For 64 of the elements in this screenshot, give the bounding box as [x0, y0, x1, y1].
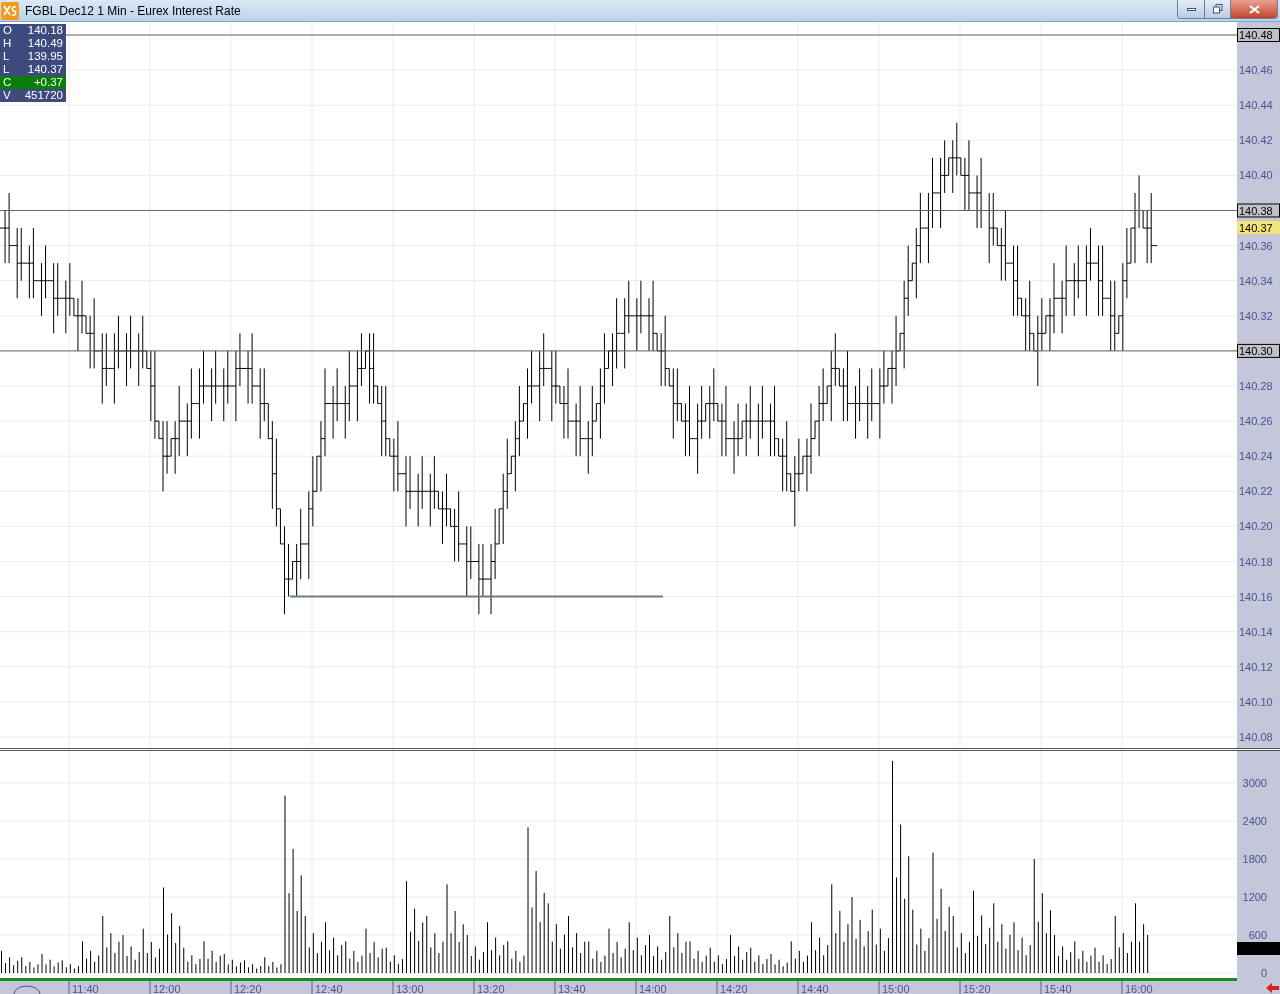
axis-label: 1800 [1242, 853, 1267, 865]
axis-label: 140.34 [1239, 274, 1273, 287]
axis-label: 140.18 [1239, 555, 1273, 568]
axis-label: 140.28 [1239, 380, 1273, 392]
axis-label: 140.22 [1239, 485, 1273, 498]
app-logo-icon [1, 1, 19, 20]
window-title: FGBL Dec12 1 Min - Eurex Interest Rate [25, 2, 241, 20]
time-label: 12:40 [315, 983, 343, 994]
legend-value: +0.37 [33, 76, 63, 89]
axis-label: 140.10 [1239, 695, 1273, 708]
minimize-icon [1186, 7, 1196, 11]
axis-label: 140.08 [1239, 731, 1273, 743]
legend-key: V [3, 89, 11, 102]
axis-label: 1200 [1242, 891, 1267, 903]
time-label: 15:00 [882, 983, 910, 994]
axis-label: 0 [1260, 967, 1267, 979]
axis-label: 3000 [1242, 777, 1267, 789]
axis-label: 140.12 [1239, 660, 1273, 673]
axis-label: 2400 [1242, 815, 1267, 827]
axis-label: 140.36 [1239, 239, 1273, 252]
last-price-label: 140.37 [1237, 221, 1280, 235]
time-label: 16:00 [1125, 983, 1153, 994]
time-label: 13:20 [477, 983, 505, 994]
time-label: 14:40 [801, 983, 829, 994]
restore-button[interactable] [1205, 0, 1231, 18]
legend-key: O [3, 24, 12, 37]
legend-value: 140.37 [27, 63, 63, 76]
axis-label: 140.14 [1239, 625, 1273, 638]
last-volume-marker [1237, 942, 1280, 955]
close-icon [1248, 4, 1260, 14]
time-label: 12:00 [153, 983, 181, 994]
close-button[interactable] [1231, 0, 1277, 18]
time-label: 12:20 [234, 983, 262, 994]
minimize-button[interactable] [1178, 0, 1205, 18]
axis-label: 140.16 [1239, 590, 1273, 603]
axis-label: 140.24 [1239, 450, 1273, 463]
legend-value: 451720 [24, 89, 63, 102]
time-label: 15:20 [963, 983, 991, 994]
price-label: 140.48 [1237, 28, 1280, 42]
price-label: 140.38 [1237, 203, 1280, 218]
price-label: 140.30 [1237, 343, 1280, 358]
axis-label: 140.32 [1239, 309, 1273, 322]
axis-label: 140.40 [1239, 169, 1273, 182]
time-label: 11:40 [72, 983, 99, 994]
time-label: 14:00 [639, 983, 667, 994]
legend-key: L [3, 63, 10, 76]
axis-label: 140.20 [1239, 520, 1273, 533]
time-label: 15:40 [1044, 983, 1072, 994]
restore-icon [1212, 4, 1223, 14]
axis-label: 140.44 [1239, 99, 1273, 112]
arrow-left-icon[interactable] [1266, 983, 1279, 993]
time-label: 13:00 [396, 983, 424, 994]
axis-label: 140.42 [1239, 134, 1273, 147]
legend-value: 140.49 [27, 37, 63, 50]
time-label: 13:40 [558, 983, 586, 994]
axis-label: 140.46 [1239, 64, 1273, 77]
axis-label: 600 [1248, 929, 1267, 941]
time-label: 14:20 [720, 983, 748, 994]
legend-value: 139.95 [27, 50, 63, 63]
legend-key: C [3, 76, 12, 89]
legend-key: H [3, 37, 12, 50]
axis-label: 140.26 [1239, 415, 1273, 428]
legend-key: L [3, 50, 10, 63]
legend-value: 140.18 [27, 24, 63, 37]
